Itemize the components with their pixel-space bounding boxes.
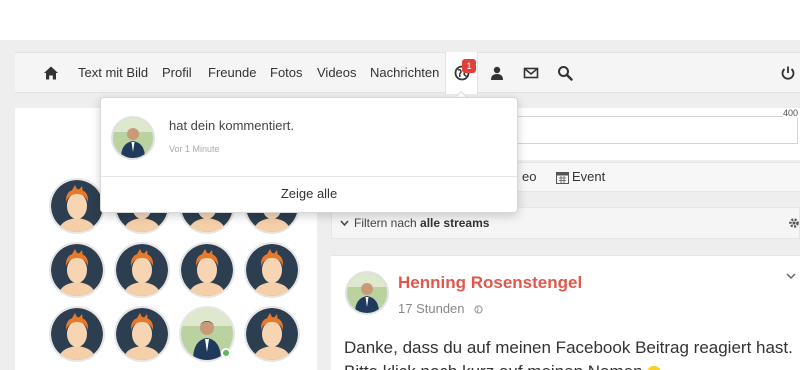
notification-time: Vor 1 Minute	[169, 144, 220, 154]
home-icon[interactable]	[43, 65, 59, 81]
chevron-down-icon	[340, 220, 349, 227]
notification-text: hat dein kommentiert.	[169, 118, 295, 133]
dropdown-divider	[101, 176, 517, 177]
globe-icon	[474, 305, 483, 314]
tab-video[interactable]: eo	[522, 163, 536, 191]
friend-avatar[interactable]	[114, 242, 170, 298]
friend-avatar[interactable]	[49, 306, 105, 362]
tab-event[interactable]: Event	[572, 163, 605, 191]
friend-avatar[interactable]	[244, 306, 300, 362]
top-navbar: Text mit Bild Profil Freunde Fotos Video…	[15, 52, 800, 94]
post-author-avatar[interactable]	[345, 271, 389, 315]
smiley-emoji-icon	[647, 365, 662, 370]
power-icon[interactable]	[780, 65, 796, 81]
friend-avatar[interactable]	[244, 242, 300, 298]
notification-avatar	[111, 116, 155, 160]
online-status-dot	[221, 348, 231, 358]
notifications-dropdown: hat dein kommentiert. Vor 1 Minute Zeige…	[100, 97, 518, 213]
friend-avatar[interactable]	[114, 306, 170, 362]
nav-nachrichten[interactable]: Nachrichten	[370, 53, 439, 93]
gear-icon[interactable]	[788, 217, 800, 229]
friend-avatar[interactable]	[179, 242, 235, 298]
nav-fotos[interactable]: Fotos	[270, 53, 303, 93]
post-timestamp[interactable]: 17 Stunden	[398, 301, 483, 316]
friend-avatar[interactable]	[49, 178, 105, 234]
nav-profil[interactable]: Profil	[162, 53, 192, 93]
search-icon[interactable]	[557, 65, 573, 81]
post-text: Danke, dass du auf meinen Facebook Beitr…	[344, 336, 794, 370]
notification-count-badge: 1	[462, 59, 476, 73]
friend-avatar[interactable]	[49, 242, 105, 298]
post-author-name[interactable]: Henning Rosenstengel	[398, 273, 582, 293]
nav-videos[interactable]: Videos	[317, 53, 357, 93]
calendar-icon	[556, 172, 569, 184]
character-counter: 400	[783, 108, 799, 118]
stream-post: Henning Rosenstengel 17 Stunden Danke, d…	[331, 255, 800, 370]
mail-icon[interactable]	[523, 65, 539, 81]
chevron-down-icon[interactable]	[786, 273, 796, 280]
nav-freunde[interactable]: Freunde	[208, 53, 256, 93]
show-all-button[interactable]: Zeige alle	[101, 186, 517, 201]
nav-text-mit-bild[interactable]: Text mit Bild	[78, 53, 148, 93]
user-icon[interactable]	[489, 65, 505, 81]
